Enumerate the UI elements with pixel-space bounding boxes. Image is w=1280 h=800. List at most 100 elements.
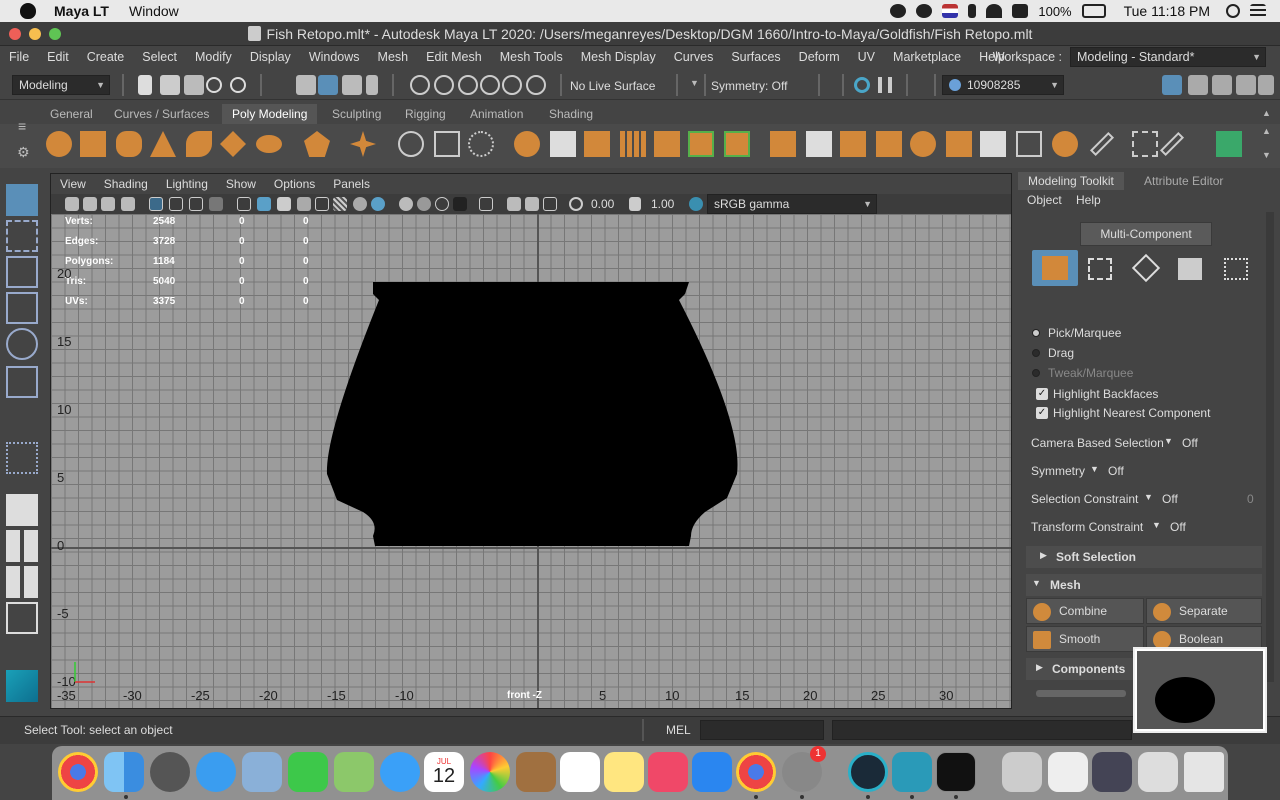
edge-mode-icon[interactable] [1131, 253, 1161, 283]
menu-windows[interactable]: Windows [300, 50, 369, 64]
select-component-icon[interactable] [342, 75, 362, 95]
shelf-tab-curves-surfaces[interactable]: Curves / Surfaces [104, 104, 219, 124]
trash-icon[interactable] [1184, 752, 1224, 792]
drag-radio[interactable] [1032, 349, 1040, 357]
separate-button[interactable]: Separate [1146, 598, 1262, 624]
symmetry-label[interactable]: Symmetry [1031, 464, 1085, 478]
shelf-menu-icon[interactable]: ≡ [18, 118, 26, 134]
app-menu-maya[interactable]: Maya LT [54, 3, 109, 19]
viewport-menu-lighting[interactable]: Lighting [157, 177, 217, 191]
chrome-icon[interactable] [736, 752, 776, 792]
poly-cone-icon[interactable] [150, 131, 176, 157]
window-thumbnail-icon[interactable] [1048, 752, 1088, 792]
object-mode-button[interactable] [1032, 250, 1078, 286]
reduce-icon[interactable] [654, 131, 680, 157]
creative-cloud-icon[interactable] [890, 4, 907, 18]
shelf-tab-general[interactable]: General [40, 104, 103, 124]
finder-icon[interactable] [104, 752, 144, 792]
merge-icon[interactable] [980, 131, 1006, 157]
layers-icon[interactable] [1258, 75, 1274, 95]
chrome-icon[interactable] [58, 752, 98, 792]
bluetooth-icon[interactable] [968, 4, 977, 18]
quad-draw-icon[interactable] [910, 131, 936, 157]
soft-selection-header[interactable]: ▶ Soft Selection [1026, 546, 1262, 568]
gate-mask-icon[interactable] [209, 197, 223, 211]
toggle-modeling-toolkit-icon[interactable] [1162, 75, 1182, 95]
bevel-icon[interactable] [770, 131, 796, 157]
menu-edit[interactable]: Edit [38, 50, 78, 64]
use-all-lights-icon[interactable] [315, 197, 329, 211]
shelf-scroll-down-icon[interactable]: ▼ [1262, 150, 1271, 160]
command-line-input[interactable] [700, 720, 824, 740]
menuset-dropdown[interactable]: Modeling ▼ [12, 75, 110, 95]
contacts-icon[interactable] [516, 752, 556, 792]
menubar-clock[interactable]: Tue 11:18 PM [1124, 3, 1210, 19]
camera-based-selection-value[interactable]: Off [1182, 436, 1198, 450]
pause-icon[interactable] [878, 77, 892, 93]
control-center-icon[interactable] [1250, 4, 1266, 18]
separate-icon[interactable] [550, 131, 576, 157]
tweak-marquee-radio[interactable] [1032, 369, 1040, 377]
poly-cylinder-icon[interactable] [116, 131, 142, 157]
menu-modify[interactable]: Modify [186, 50, 241, 64]
four-view-layout-icon[interactable] [6, 530, 38, 562]
select-hierarchy-icon[interactable] [296, 75, 316, 95]
hypershade-icon[interactable] [1216, 131, 1242, 157]
window-thumbnail-icon[interactable] [1138, 752, 1178, 792]
menu-create[interactable]: Create [78, 50, 134, 64]
volume-icon[interactable] [1012, 4, 1029, 18]
view-transform-dropdown[interactable]: sRGB gamma ▼ [707, 194, 877, 214]
pivot-tool-icon[interactable] [398, 131, 424, 157]
vertex-mode-icon[interactable] [1088, 258, 1112, 280]
account-dropdown[interactable]: 10908285 ▼ [942, 75, 1064, 95]
bridge-icon[interactable] [724, 131, 750, 157]
snap-surface-icon[interactable] [502, 75, 522, 95]
chevron-down-icon[interactable]: ▼ [1144, 492, 1153, 502]
platonic-solid-icon[interactable] [304, 131, 330, 157]
minimize-window-button[interactable] [29, 28, 41, 40]
tab-attribute-editor[interactable]: Attribute Editor [1134, 172, 1233, 190]
music-icon[interactable] [648, 752, 688, 792]
bookmark-icon[interactable] [101, 197, 115, 211]
smooth-button[interactable]: Smooth [1026, 626, 1144, 652]
shelf-tab-sculpting[interactable]: Sculpting [322, 104, 391, 124]
shelf-tab-rigging[interactable]: Rigging [395, 104, 456, 124]
poly-cube-icon[interactable] [80, 131, 106, 157]
insert-edge-loop-icon[interactable] [806, 131, 832, 157]
facetime-icon[interactable] [288, 752, 328, 792]
menu-surfaces[interactable]: Surfaces [722, 50, 789, 64]
poly-torus-icon[interactable] [186, 131, 212, 157]
snap-curve-icon[interactable] [434, 75, 454, 95]
freeze-transform-icon[interactable] [468, 131, 494, 157]
maya-lt-icon[interactable] [892, 752, 932, 792]
menu-mesh[interactable]: Mesh [369, 50, 418, 64]
shelf-tab-shading[interactable]: Shading [539, 104, 603, 124]
highlight-backfaces-checkbox[interactable]: ✓ [1036, 388, 1048, 400]
frame-all-icon[interactable] [525, 197, 539, 211]
launchpad-icon[interactable] [150, 752, 190, 792]
chevron-down-icon[interactable]: ▼ [1090, 464, 1099, 474]
frame-selection-icon[interactable] [543, 197, 557, 211]
downloads-stack-icon[interactable] [1002, 752, 1042, 792]
messages-icon[interactable] [380, 752, 420, 792]
shelf-scroll-up-icon[interactable]: ▲ [1262, 126, 1271, 136]
super-shape-icon[interactable] [350, 131, 376, 157]
new-scene-icon[interactable] [138, 75, 152, 95]
shelf-scroll-up-icon[interactable]: ▲ [1262, 108, 1271, 118]
planar-uv-icon[interactable] [1016, 131, 1042, 157]
hud-toggle-icon[interactable] [507, 197, 521, 211]
workspace-dropdown[interactable]: Modeling - Standard* ▼ [1070, 47, 1266, 67]
undo-icon[interactable] [206, 77, 222, 93]
image-plane-icon[interactable] [121, 197, 135, 211]
depth-of-field-icon[interactable] [453, 197, 467, 211]
symmetry-status[interactable]: Symmetry: Off [711, 79, 787, 93]
render-icon[interactable] [854, 77, 870, 93]
apple-icon[interactable] [20, 3, 36, 19]
gitkraken-icon[interactable] [848, 752, 888, 792]
resolution-icon[interactable] [479, 197, 493, 211]
multi-cut-icon[interactable] [840, 131, 866, 157]
move-tool-icon[interactable] [6, 292, 38, 324]
camera-based-selection-label[interactable]: Camera Based Selection [1031, 436, 1164, 450]
viewport-scene[interactable]: Verts: 2548 0 0 Edges: 3728 0 0 Polygons: 1184 0… [51, 214, 1011, 708]
toggle-tool-settings-icon[interactable] [1212, 75, 1232, 95]
